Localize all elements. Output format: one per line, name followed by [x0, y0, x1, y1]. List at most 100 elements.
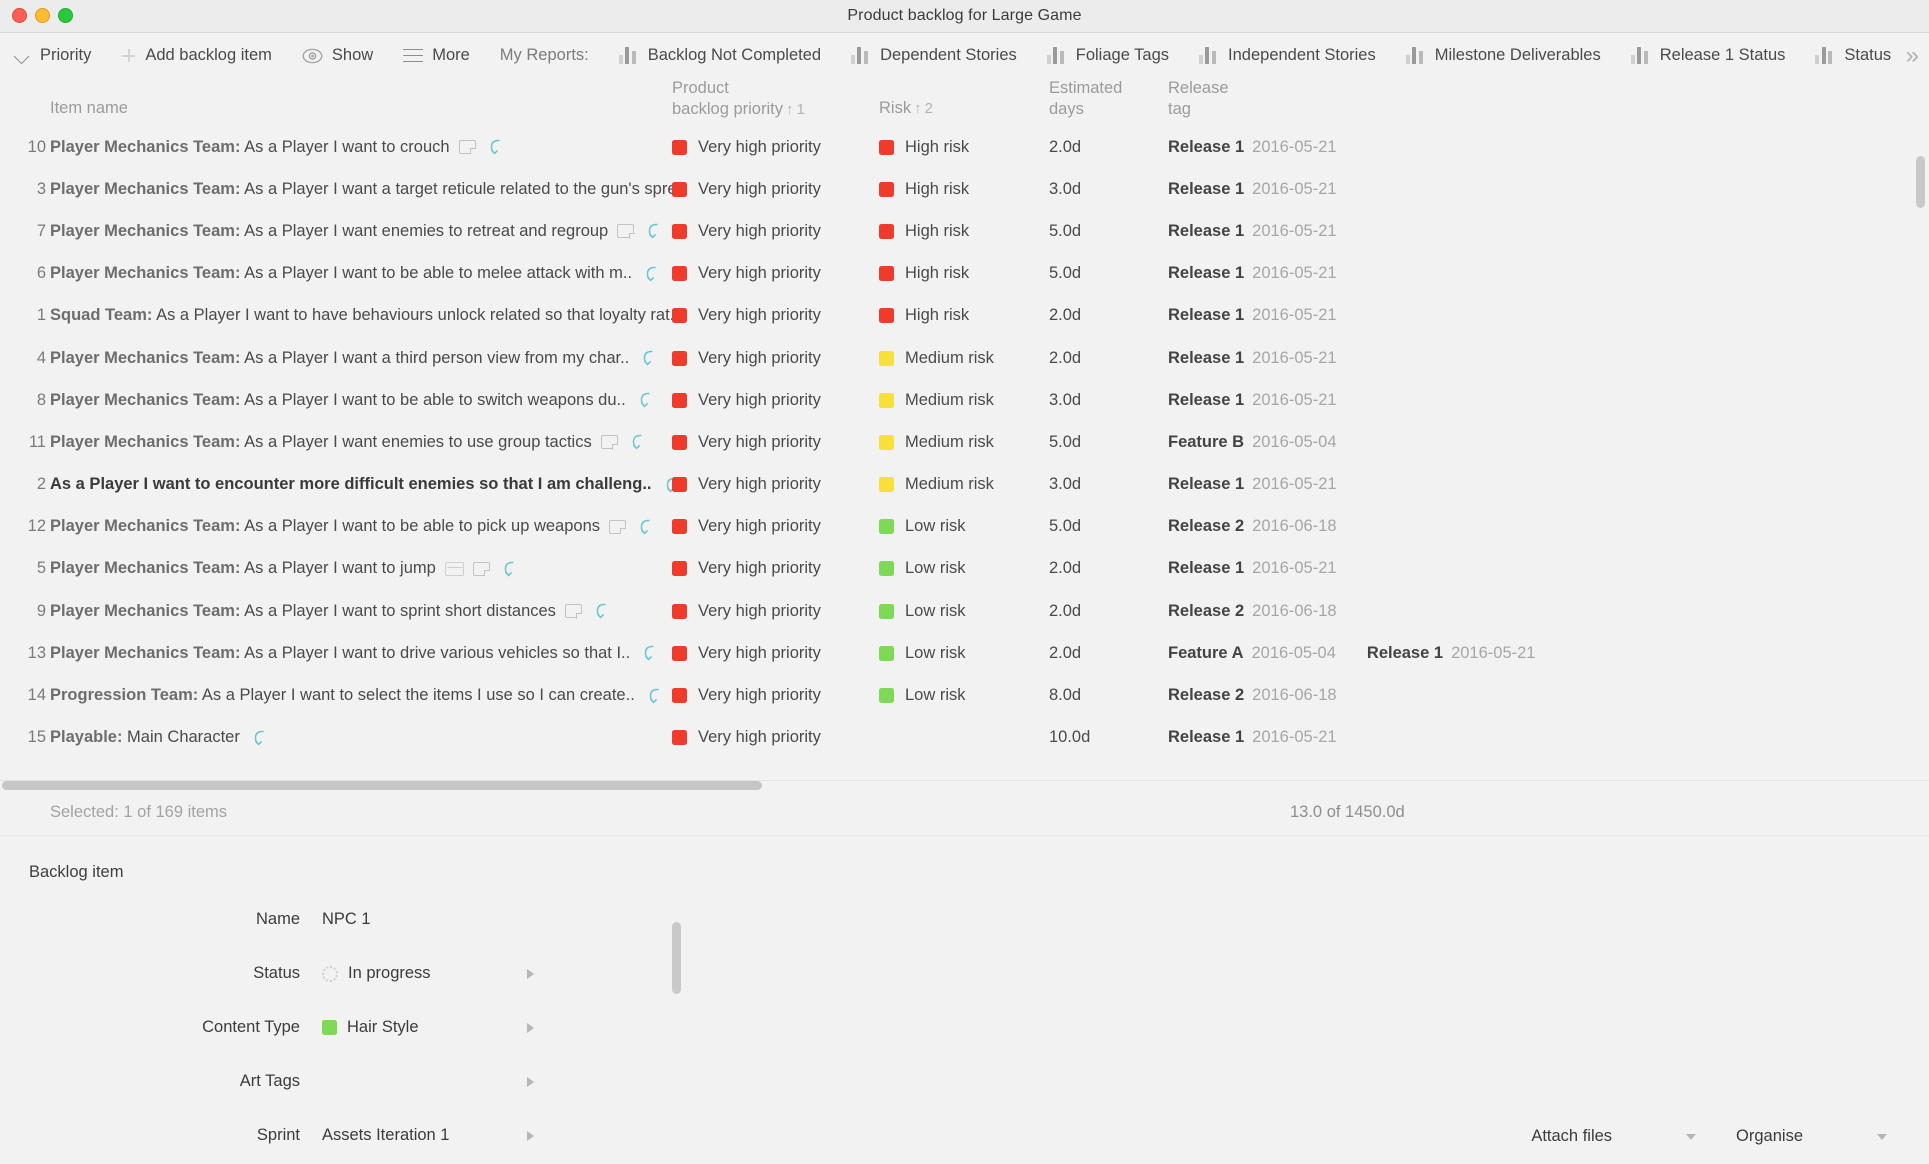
row-risk[interactable]: High risk	[879, 138, 969, 157]
row-estimated-days[interactable]: 2.0d	[1049, 644, 1081, 663]
link-icon[interactable]	[591, 601, 613, 621]
chevron-right-icon[interactable]	[527, 1023, 534, 1033]
row-release-tags[interactable]: Release 2 2016-06-18	[1168, 602, 1337, 621]
report-foliage-tags[interactable]: Foliage Tags	[1046, 46, 1169, 65]
row-release-tags[interactable]: Feature A 2016-05-04 Release 1 2016-05-21	[1168, 644, 1535, 663]
maximize-window-button[interactable]	[58, 8, 73, 23]
detail-field-row[interactable]: Content Type Hair Style	[0, 1018, 700, 1072]
row-priority[interactable]: Very high priority	[672, 728, 821, 747]
row-priority[interactable]: Very high priority	[672, 180, 821, 199]
detail-field-row[interactable]: Status In progress	[0, 964, 700, 1018]
chevron-right-icon[interactable]	[527, 1077, 534, 1087]
table-row[interactable]: 10 Player Mechanics Team: As a Player I w…	[0, 126, 1929, 168]
table-row[interactable]: 8 Player Mechanics Team: As a Player I wa…	[0, 379, 1929, 421]
release-tag[interactable]: Release 1 2016-05-21	[1168, 349, 1337, 368]
table-row[interactable]: 6 Player Mechanics Team: As a Player I wa…	[0, 253, 1929, 295]
release-tag[interactable]: Release 2 2016-06-18	[1168, 602, 1337, 621]
row-priority[interactable]: Very high priority	[672, 433, 821, 452]
link-icon[interactable]	[638, 348, 660, 368]
link-icon[interactable]	[249, 728, 271, 748]
backlog-table[interactable]: 10 Player Mechanics Team: As a Player I w…	[0, 126, 1929, 783]
release-tag[interactable]: Release 1 2016-05-21	[1168, 391, 1337, 410]
row-estimated-days[interactable]: 8.0d	[1049, 686, 1081, 705]
release-tag[interactable]: Release 1 2016-05-21	[1168, 475, 1337, 494]
release-tag[interactable]: Release 1 2016-05-21	[1168, 180, 1337, 199]
row-risk[interactable]: Medium risk	[879, 391, 994, 410]
detail-field-row[interactable]: Sprint Assets Iteration 1	[0, 1126, 700, 1164]
table-vertical-scrollbar[interactable]	[1916, 156, 1925, 208]
detail-field-row[interactable]: Art Tags	[0, 1072, 700, 1126]
table-row[interactable]: 13 Player Mechanics Team: As a Player I w…	[0, 632, 1929, 674]
row-risk[interactable]: Low risk	[879, 686, 966, 705]
release-tag[interactable]: Release 1 2016-05-21	[1168, 138, 1337, 157]
link-icon[interactable]	[639, 643, 661, 663]
row-release-tags[interactable]: Release 2 2016-06-18	[1168, 686, 1337, 705]
table-row[interactable]: 7 Player Mechanics Team: As a Player I wa…	[0, 210, 1929, 252]
detail-field-value-wrap[interactable]: In progress	[322, 964, 431, 983]
table-row[interactable]: 3 Player Mechanics Team: As a Player I wa…	[0, 168, 1929, 210]
table-row[interactable]: 14 Progression Team: As a Player I want t…	[0, 674, 1929, 716]
row-risk[interactable]: Low risk	[879, 517, 966, 536]
row-release-tags[interactable]: Release 1 2016-05-21	[1168, 475, 1337, 494]
release-tag[interactable]: Release 2 2016-06-18	[1168, 517, 1337, 536]
row-release-tags[interactable]: Release 1 2016-05-21	[1168, 349, 1337, 368]
row-estimated-days[interactable]: 2.0d	[1049, 349, 1081, 368]
row-priority[interactable]: Very high priority	[672, 644, 821, 663]
table-row[interactable]: 9 Player Mechanics Team: As a Player I wa…	[0, 590, 1929, 632]
row-release-tags[interactable]: Release 1 2016-05-21	[1168, 391, 1337, 410]
column-header-priority[interactable]: Product backlog priority ↑ 1	[672, 78, 805, 120]
release-tag[interactable]: Release 1 2016-05-21	[1168, 264, 1337, 283]
table-horizontal-scrollbar-thumb[interactable]	[2, 781, 762, 790]
row-risk[interactable]: High risk	[879, 306, 969, 325]
row-release-tags[interactable]: Release 1 2016-05-21	[1168, 728, 1337, 747]
row-priority[interactable]: Very high priority	[672, 306, 821, 325]
row-release-tags[interactable]: Release 1 2016-05-21	[1168, 559, 1337, 578]
detail-form-scrollbar[interactable]	[672, 922, 681, 994]
row-risk[interactable]: Medium risk	[879, 433, 994, 452]
row-estimated-days[interactable]: 2.0d	[1049, 559, 1081, 578]
column-header-estimated-days[interactable]: Estimated days	[1049, 78, 1122, 120]
row-risk[interactable]: Low risk	[879, 559, 966, 578]
row-risk[interactable]: Medium risk	[879, 349, 994, 368]
row-estimated-days[interactable]: 5.0d	[1049, 264, 1081, 283]
row-risk[interactable]: High risk	[879, 180, 969, 199]
row-risk[interactable]: High risk	[879, 222, 969, 241]
table-row[interactable]: 4 Player Mechanics Team: As a Player I wa…	[0, 337, 1929, 379]
toolbar-add-backlog-item-button[interactable]: Add backlog item	[121, 46, 272, 65]
toolbar-show-button[interactable]: Show	[302, 46, 373, 65]
row-release-tags[interactable]: Release 1 2016-05-21	[1168, 180, 1337, 199]
release-tag[interactable]: Release 1 2016-05-21	[1168, 559, 1337, 578]
row-priority[interactable]: Very high priority	[672, 349, 821, 368]
row-estimated-days[interactable]: 3.0d	[1049, 391, 1081, 410]
report-milestone-deliverables[interactable]: Milestone Deliverables	[1405, 46, 1601, 65]
report-backlog-not-completed[interactable]: Backlog Not Completed	[618, 46, 821, 65]
row-risk[interactable]: Low risk	[879, 644, 966, 663]
link-icon[interactable]	[499, 559, 521, 579]
row-priority[interactable]: Very high priority	[672, 517, 821, 536]
row-estimated-days[interactable]: 2.0d	[1049, 306, 1081, 325]
table-row[interactable]: 1 Squad Team: As a Player I want to have …	[0, 295, 1929, 337]
release-tag[interactable]: Release 1 2016-05-21	[1367, 644, 1536, 663]
detail-field-row[interactable]: Name NPC 1	[0, 910, 700, 964]
column-header-risk[interactable]: Risk ↑ 2	[879, 98, 933, 119]
link-icon[interactable]	[485, 137, 507, 157]
row-release-tags[interactable]: Release 1 2016-05-21	[1168, 138, 1337, 157]
link-icon[interactable]	[644, 686, 666, 706]
toolbar-priority-button[interactable]: Priority	[14, 46, 91, 65]
close-window-button[interactable]	[12, 8, 27, 23]
column-header-item-name[interactable]: Item name	[50, 98, 128, 119]
row-priority[interactable]: Very high priority	[672, 475, 821, 494]
chevron-right-icon[interactable]	[527, 969, 534, 979]
column-header-release-tag[interactable]: Release tag	[1168, 78, 1229, 120]
link-icon[interactable]	[635, 517, 657, 537]
row-risk[interactable]: High risk	[879, 264, 969, 283]
release-tag[interactable]: Release 2 2016-06-18	[1168, 686, 1337, 705]
row-estimated-days[interactable]: 2.0d	[1049, 138, 1081, 157]
row-priority[interactable]: Very high priority	[672, 222, 821, 241]
release-tag[interactable]: Feature A 2016-05-04	[1168, 644, 1336, 663]
row-estimated-days[interactable]: 5.0d	[1049, 517, 1081, 536]
link-icon[interactable]	[641, 264, 663, 284]
toolbar-more-button[interactable]: More	[403, 46, 470, 65]
row-priority[interactable]: Very high priority	[672, 264, 821, 283]
link-icon[interactable]	[643, 221, 665, 241]
